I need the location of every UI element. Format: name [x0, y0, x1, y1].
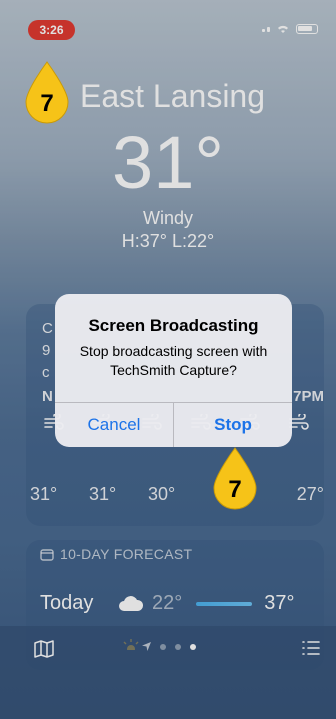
alert-message: Stop broadcasting screen with TechSmith … — [79, 343, 268, 378]
callout-number: 7 — [228, 476, 242, 503]
callout-number: 7 — [40, 90, 54, 117]
alert-title: Screen Broadcasting — [88, 316, 259, 335]
alert-buttons: Cancel Stop — [55, 402, 292, 447]
cancel-button[interactable]: Cancel — [55, 403, 173, 447]
stop-button[interactable]: Stop — [173, 403, 292, 447]
broadcast-alert: Screen Broadcasting Stop broadcasting sc… — [55, 294, 292, 447]
step-callout: 7 — [22, 60, 72, 124]
step-callout: 7 — [210, 446, 260, 510]
